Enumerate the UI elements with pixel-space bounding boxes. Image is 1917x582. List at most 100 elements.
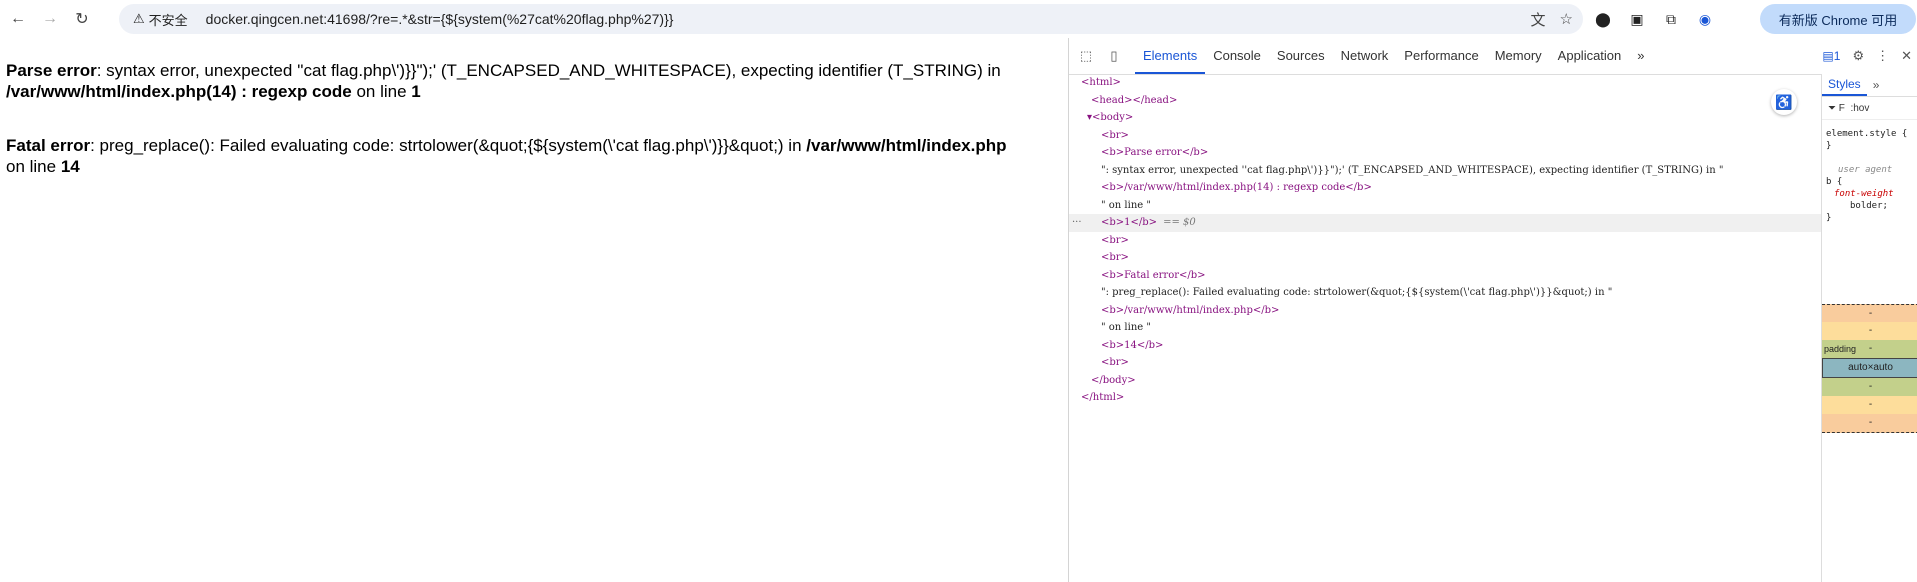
reload-icon[interactable]: ↻ — [68, 5, 96, 33]
b-rule-selector[interactable]: b { — [1826, 176, 1917, 188]
more-side-tabs-icon[interactable]: » — [1867, 78, 1880, 92]
font-weight-prop[interactable]: font-weight — [1834, 189, 1894, 199]
parse-error-online: on line — [351, 82, 412, 101]
element-style-close: } — [1826, 141, 1832, 151]
tab-network[interactable]: Network — [1333, 38, 1397, 74]
dom-node-line[interactable]: " on line " — [1069, 319, 1821, 337]
dom-node-line[interactable]: <b>14</b> — [1069, 337, 1821, 355]
dom-node-text: <head></head> — [1091, 94, 1178, 106]
security-label: 不安全 — [148, 12, 188, 28]
dom-node-text: ▾<body> — [1087, 112, 1134, 123]
selected-node-marker: == $0 — [1163, 217, 1196, 228]
more-tabs-icon[interactable]: » — [1629, 38, 1652, 74]
tab-application[interactable]: Application — [1550, 38, 1630, 74]
back-icon[interactable]: ← — [4, 5, 32, 33]
dom-node-text: <br> — [1101, 129, 1129, 141]
element-style-rule[interactable]: element.style { — [1826, 128, 1917, 140]
devtools-toolbar: ⬚ ▯ Elements Console Sources Network Perform… — [1069, 38, 1917, 75]
node-actions-ellipsis[interactable]: ··· — [1072, 214, 1082, 232]
page-content: Parse error: syntax error, unexpected ''… — [0, 38, 1068, 582]
extension-h-icon[interactable]: ▣ — [1628, 10, 1646, 28]
hov-toggle[interactable]: :hov — [1850, 103, 1869, 114]
extension-record-icon[interactable]: ⬤ — [1594, 10, 1612, 28]
dom-node-text: <b>14</b> — [1101, 339, 1164, 351]
tab-memory[interactable]: Memory — [1487, 38, 1550, 74]
parse-error-file: /var/www/html/index.php(14) : regexp cod… — [6, 82, 352, 101]
dom-node-line[interactable]: <b>/var/www/html/index.php</b> — [1069, 302, 1821, 320]
dom-node-text: <b>1</b> — [1101, 217, 1158, 228]
accessibility-icon[interactable]: ♿ — [1771, 89, 1797, 115]
dom-node-line[interactable]: <br> — [1069, 354, 1821, 372]
dom-node-text: <html> — [1081, 77, 1121, 88]
close-devtools-icon[interactable]: ✕ — [1901, 48, 1912, 64]
dom-node-line[interactable]: <b>Parse error</b> — [1069, 144, 1821, 162]
dom-node-line[interactable]: " on line " — [1069, 197, 1821, 215]
fatal-error-file: /var/www/html/index.php — [806, 136, 1007, 155]
fatal-error-message: : preg_replace(): Failed evaluating code… — [90, 136, 807, 155]
tab-performance[interactable]: Performance — [1396, 38, 1486, 74]
styles-tab[interactable]: Styles — [1822, 74, 1867, 96]
dom-node-line[interactable]: ": syntax error, unexpected ''cat flag.p… — [1069, 162, 1821, 180]
dom-node-text: <b>/var/www/html/index.php(14) : regexp … — [1101, 182, 1372, 193]
dom-node-text: <br> — [1101, 252, 1129, 263]
box-model-margin-top: - — [1822, 304, 1917, 323]
tab-sources[interactable]: Sources — [1269, 38, 1333, 74]
box-model-padding-bottom: - — [1822, 378, 1917, 396]
dom-node-line[interactable]: <html> — [1069, 74, 1821, 92]
dom-node-line[interactable]: ": preg_replace(): Failed evaluating cod… — [1069, 284, 1821, 302]
dom-node-text: " on line " — [1101, 322, 1151, 333]
box-model-margin-bottom: - — [1822, 414, 1917, 433]
b-rule-close: } — [1826, 213, 1832, 223]
forward-icon[interactable]: → — [36, 5, 64, 33]
messages-badge[interactable]: ▤1 — [1822, 49, 1840, 63]
font-weight-value[interactable]: bolder; — [1826, 200, 1917, 212]
url-text[interactable]: docker.qingcen.net:41698/?re=.*&str={${s… — [206, 11, 674, 27]
dom-node-line[interactable]: <head></head> — [1069, 92, 1821, 110]
device-toolbar-icon[interactable]: ▯ — [1103, 45, 1125, 67]
dom-node-line[interactable]: <b>Fatal error</b> — [1069, 267, 1821, 285]
dom-node-line[interactable]: ··· <b>1</b> == $0 — [1069, 214, 1821, 232]
warning-icon: ⚠ — [133, 11, 145, 26]
dom-node-text: </html> — [1081, 392, 1125, 403]
fatal-error-online: on line — [6, 157, 61, 176]
box-model-padding-top: padding - — [1822, 340, 1917, 358]
box-model-content: auto×auto — [1822, 358, 1917, 378]
settings-gear-icon[interactable]: ⚙ — [1852, 48, 1864, 64]
dom-node-line[interactable]: <br> — [1069, 127, 1821, 145]
fatal-error-line: 14 — [60, 157, 80, 176]
user-agent-label: user agent — [1838, 165, 1893, 175]
parse-error-line: 1 — [411, 82, 421, 101]
dom-node-text: ": syntax error, unexpected ''cat flag.p… — [1101, 164, 1724, 176]
update-chrome-button[interactable]: 有新版 Chrome 可用 — [1760, 4, 1916, 34]
dom-node-line[interactable]: <br> — [1069, 249, 1821, 267]
dom-node-text: ": preg_replace(): Failed evaluating cod… — [1101, 287, 1613, 298]
dom-node-text: <b>/var/www/html/index.php</b> — [1101, 304, 1280, 316]
filter-icon[interactable]: ⏷ F — [1828, 103, 1845, 114]
box-model-border-top: - — [1822, 322, 1917, 340]
address-bar[interactable]: ⚠ 不安全 docker.qingcen.net:41698/?re=.*&st… — [119, 4, 1583, 34]
translate-icon[interactable]: 文 — [1531, 9, 1546, 30]
inspect-element-icon[interactable]: ⬚ — [1075, 45, 1097, 67]
tab-elements[interactable]: Elements — [1135, 38, 1206, 74]
dom-node-line[interactable]: <b>/var/www/html/index.php(14) : regexp … — [1069, 179, 1821, 197]
dom-node-line[interactable]: </html> — [1069, 389, 1821, 407]
fatal-error-block: Fatal error: preg_replace(): Failed eval… — [6, 135, 1007, 177]
extensions-puzzle-icon[interactable]: ⧉ — [1662, 10, 1680, 28]
tab-console[interactable]: Console — [1205, 38, 1269, 74]
dom-node-line[interactable]: </body> — [1069, 372, 1821, 390]
parse-error-message: : syntax error, unexpected ''cat flag.ph… — [96, 61, 1001, 80]
browser-toolbar: ← → ↻ ⚠ 不安全 docker.qingcen.net:41698/?re… — [0, 0, 1917, 38]
profile-avatar-icon[interactable]: ◉ — [1696, 10, 1714, 28]
devtools-panel: ⬚ ▯ Elements Console Sources Network Perform… — [1068, 38, 1917, 582]
fatal-error-label: Fatal error — [6, 136, 91, 155]
more-options-icon[interactable]: ⋮ — [1876, 48, 1889, 64]
security-chip[interactable]: ⚠ 不安全 — [127, 10, 194, 29]
styles-pane: Styles » ⏷ F :hov element.style { } user… — [1821, 74, 1917, 582]
elements-dom-tree[interactable]: <html> <head></head> ▾<body> <br> <b>Parse e… — [1069, 74, 1821, 582]
dom-node-text: " on line " — [1101, 199, 1151, 211]
dom-node-line[interactable]: <br> — [1069, 232, 1821, 250]
bookmark-star-icon[interactable]: ☆ — [1560, 10, 1573, 28]
dom-node-text: </body> — [1091, 374, 1136, 386]
dom-node-line[interactable]: ▾<body> — [1069, 109, 1821, 127]
dom-node-text: <br> — [1101, 234, 1129, 246]
